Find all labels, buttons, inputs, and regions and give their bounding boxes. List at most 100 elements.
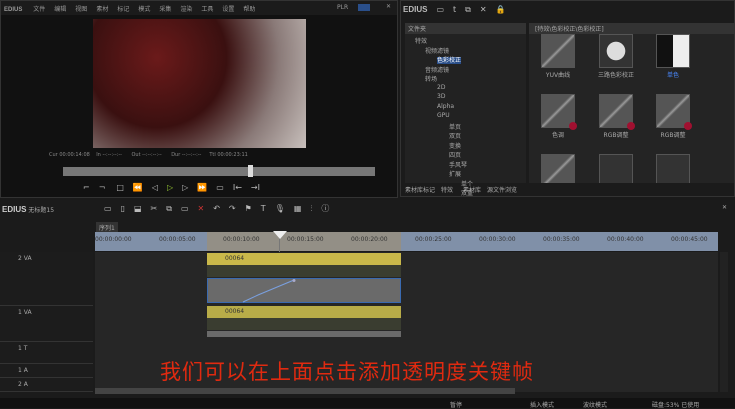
- menu-capture[interactable]: 采集: [159, 6, 171, 13]
- tree-item[interactable]: GPU: [409, 112, 522, 122]
- tree-item-selected[interactable]: 色彩校正: [437, 57, 462, 64]
- player-controls: ⌐ ¬ □ ⏪ ◁ ▷ ▷ ⏩ ▭ I← →I: [83, 183, 269, 192]
- track-header-1a[interactable]: 1 A: [0, 364, 93, 378]
- insert-icon[interactable]: I←: [233, 183, 242, 192]
- status-bar: 暂停 插入模式 波纹模式 磁盘:53% 已使用: [0, 398, 735, 409]
- effect-item[interactable]: [541, 154, 575, 183]
- track-header-1t[interactable]: 1 T: [0, 342, 93, 364]
- redo-icon[interactable]: ↷: [229, 204, 236, 213]
- slider-handle[interactable]: [248, 165, 253, 177]
- paste-icon[interactable]: ▭: [181, 204, 189, 213]
- info-icon[interactable]: ⓘ: [321, 203, 329, 214]
- effects-logo: EDIUS: [403, 5, 428, 14]
- set-out-icon[interactable]: ¬: [99, 183, 106, 192]
- tree-item[interactable]: Alpha: [409, 103, 522, 113]
- save-icon[interactable]: ⬓: [134, 204, 142, 213]
- delete-icon[interactable]: ✕: [198, 204, 205, 213]
- tree-item[interactable]: 单页: [409, 122, 522, 132]
- tree-item[interactable]: 扩展: [409, 169, 522, 179]
- video-clip[interactable]: 00064: [207, 253, 401, 265]
- timeline-window: EDIUS 无标题15 ▭ ▯ ⬓ ✂ ⧉ ▭ ✕ ↶ ↷ ⚑ T 🎙 ▦ ⫶ ⓘ ✕ 序列1 00:00:…: [0, 200, 735, 409]
- vertical-scrollbar[interactable]: [720, 252, 728, 392]
- close-icon[interactable]: ✕: [386, 3, 391, 10]
- track-header-1va[interactable]: 1 VA: [0, 306, 93, 342]
- timeline-toolbar: ▭ ▯ ⬓ ✂ ⧉ ▭ ✕ ↶ ↷ ⚑ T 🎙 ▦ ⫶ ⓘ: [104, 203, 338, 214]
- tree-item[interactable]: 3D: [409, 93, 522, 103]
- loop-icon[interactable]: ▭: [216, 183, 224, 192]
- rewind-icon[interactable]: ⏪: [133, 183, 143, 192]
- tree-item[interactable]: 视频滤镜: [409, 46, 522, 56]
- close-icon[interactable]: ✕: [722, 204, 727, 211]
- tree-item[interactable]: 2D: [409, 84, 522, 94]
- menu-help[interactable]: 帮助: [243, 6, 255, 13]
- title-icon[interactable]: T: [261, 204, 266, 213]
- track-header-2a[interactable]: 2 A: [0, 378, 93, 392]
- folder-tree: 文件夹 特效 视频滤镜 色彩校正 音频滤镜 转场 2D 3D Alpha GPU…: [405, 23, 526, 197]
- menu-mode[interactable]: 模式: [138, 6, 150, 13]
- copy-icon[interactable]: ⧉: [166, 204, 172, 214]
- tree-item[interactable]: 音频滤镜: [409, 65, 522, 75]
- opacity-keyframe-area[interactable]: [207, 278, 401, 303]
- undo-icon[interactable]: ↶: [213, 204, 220, 213]
- step-back-icon[interactable]: ◁: [152, 183, 158, 192]
- marker-icon[interactable]: ⚑: [245, 204, 252, 213]
- rec-button[interactable]: REC: [358, 4, 371, 11]
- grid-icon[interactable]: ▦: [294, 204, 302, 213]
- tab-effects[interactable]: 特效: [441, 187, 453, 194]
- copy-icon[interactable]: ⧉: [465, 5, 471, 15]
- folder-icon[interactable]: ▭: [436, 5, 444, 14]
- panel-tabs: 素材库标记 特效 素材库 源文件浏览: [405, 185, 517, 194]
- menu-marker[interactable]: 标记: [117, 6, 129, 13]
- track-header-2va[interactable]: 2 VA: [0, 252, 93, 306]
- tree-item[interactable]: 转场: [409, 74, 522, 84]
- effect-monochrome[interactable]: [656, 34, 690, 68]
- tree-item[interactable]: 特效: [409, 36, 522, 46]
- effect-rgb[interactable]: [599, 94, 635, 130]
- mic-icon[interactable]: 🎙: [275, 204, 285, 213]
- plr-button[interactable]: PLR: [337, 4, 348, 11]
- effect-three-way[interactable]: [599, 34, 633, 68]
- set-in-icon[interactable]: ⌐: [83, 183, 90, 192]
- playhead-handle[interactable]: [273, 231, 287, 239]
- mixer-icon[interactable]: ⫶: [310, 204, 312, 214]
- play-icon[interactable]: ▷: [167, 183, 173, 192]
- time-ruler[interactable]: 00:00:00:00 00:00:05:00 00:00:10:00 00:00:1…: [95, 232, 718, 251]
- opacity-line: [242, 279, 296, 303]
- tab-clip-marker[interactable]: 素材库标记: [405, 187, 435, 194]
- horizontal-scrollbar[interactable]: [95, 388, 515, 394]
- menu-render[interactable]: 渲染: [180, 6, 192, 13]
- tab-source-browser[interactable]: 源文件浏览: [487, 187, 517, 194]
- menu-file[interactable]: 文件: [33, 6, 45, 13]
- effects-grid: [特效\色彩校正\色彩校正] YUV曲线 三路色彩校正 单色 色调 RGB调整 …: [529, 23, 734, 183]
- open-icon[interactable]: ▯: [121, 204, 125, 213]
- position-slider[interactable]: [63, 165, 375, 177]
- menu-tools[interactable]: 工具: [201, 6, 213, 13]
- overwrite-icon[interactable]: →I: [251, 183, 260, 192]
- effect-yuv-curve[interactable]: [541, 34, 575, 68]
- player-window: EDIUS 文件 编辑 视图 素材 标记 模式 采集 渲染 工具 设置 帮助 PLR REC ✕ Cu…: [0, 0, 398, 198]
- tree-item[interactable]: 变换: [409, 141, 522, 151]
- menu-view[interactable]: 视图: [75, 6, 87, 13]
- subtitle-caption: 我们可以在上面点击添加透明度关键帧: [160, 360, 534, 384]
- tab-bin[interactable]: 素材库: [463, 187, 481, 194]
- effect-tone[interactable]: [541, 94, 577, 130]
- tree-item[interactable]: 双页: [409, 131, 522, 141]
- effect-rgb-2[interactable]: [656, 94, 692, 130]
- menu-edit[interactable]: 编辑: [54, 6, 66, 13]
- lock-icon[interactable]: 🔒: [496, 5, 506, 14]
- tree-item[interactable]: 手风琴: [409, 160, 522, 170]
- effect-item[interactable]: [599, 154, 633, 183]
- text-icon[interactable]: t: [453, 5, 456, 14]
- cut-icon[interactable]: ✂: [151, 204, 158, 213]
- delete-icon[interactable]: ✕: [480, 5, 487, 14]
- menu-settings[interactable]: 设置: [222, 6, 234, 13]
- tree-item[interactable]: 四页: [409, 150, 522, 160]
- menu-clip[interactable]: 素材: [96, 6, 108, 13]
- clip-mix-band: [207, 331, 401, 337]
- new-icon[interactable]: ▭: [104, 204, 112, 213]
- video-clip[interactable]: 00064: [207, 306, 401, 318]
- fast-forward-icon[interactable]: ⏩: [197, 183, 207, 192]
- effect-item[interactable]: [656, 154, 690, 183]
- stop-icon[interactable]: □: [116, 183, 124, 192]
- step-forward-icon[interactable]: ▷: [182, 183, 188, 192]
